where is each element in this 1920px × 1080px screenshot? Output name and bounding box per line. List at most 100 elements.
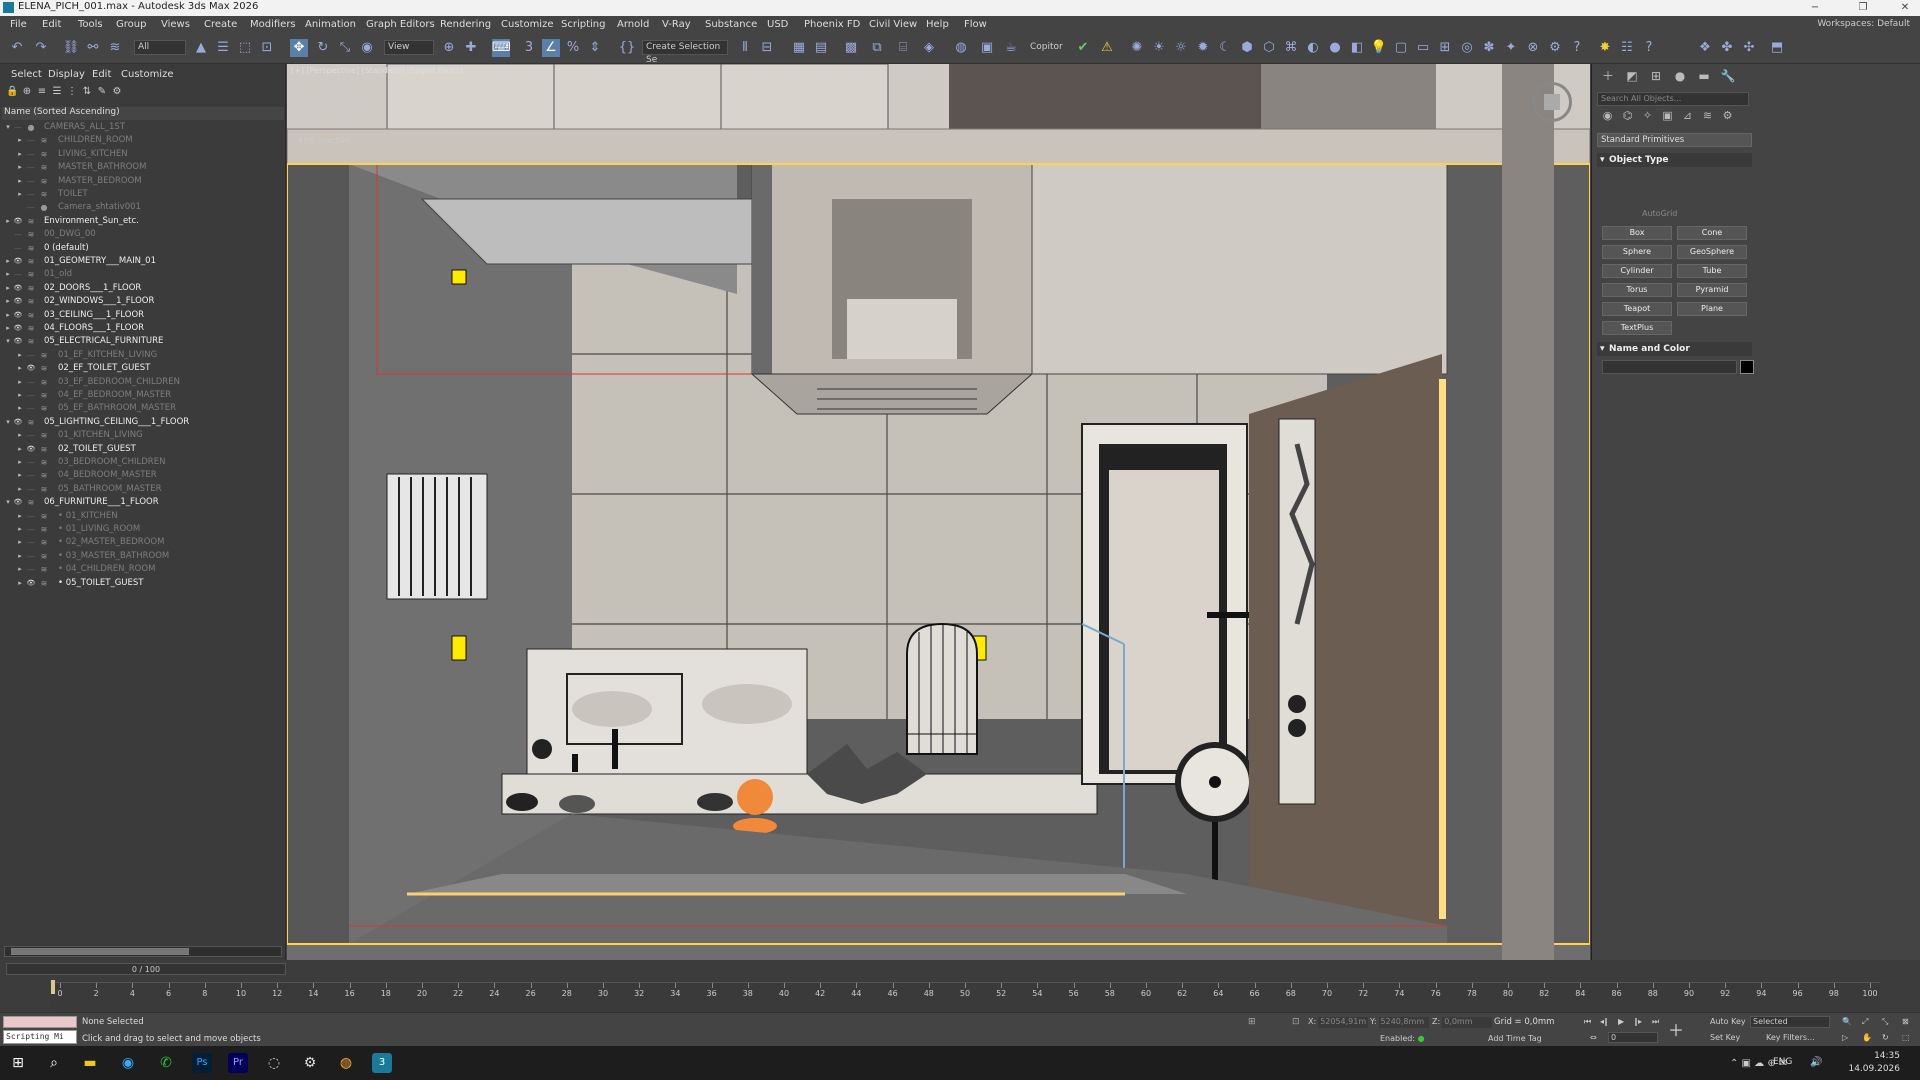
zoom-extents-icon[interactable]: ⤡ <box>1882 1017 1888 1027</box>
visible-eye-icon[interactable]: 👁 <box>26 577 36 590</box>
edit-named-selection-icon[interactable]: {} <box>618 39 636 57</box>
expand-arrow-icon[interactable]: ▸ <box>16 188 24 201</box>
expand-arrow-icon[interactable]: ▸ <box>16 175 24 188</box>
edge-browser-icon[interactable]: ◉ <box>118 1053 138 1073</box>
layer-new-icon[interactable]: ☰ <box>51 86 63 98</box>
maxscript-listener-top[interactable] <box>3 1016 77 1028</box>
undo-icon[interactable]: ↶ <box>8 39 26 57</box>
layer-row[interactable]: ▸ 👁 ≋ 02_EF_TOILET_GUEST <box>0 362 284 375</box>
window-crossing-icon[interactable]: ⊡ <box>258 39 276 57</box>
menu-customize[interactable]: Customize <box>501 19 554 30</box>
select-rotate-icon[interactable]: ↻ <box>314 39 332 57</box>
expand-arrow-icon[interactable]: ▸ <box>16 429 24 442</box>
3dsmax-app-icon[interactable] <box>3 2 14 13</box>
vray-scan-icon[interactable]: ⊗ <box>1524 39 1542 57</box>
layer-row[interactable]: ▸ — ≋ MASTER_BEDROOM <box>0 175 284 188</box>
layer-row[interactable]: ▾ — ● CAMERAS_ALL_1ST <box>0 121 284 134</box>
vray-grid-icon[interactable]: ⊞ <box>1436 39 1454 57</box>
expand-arrow-icon[interactable]: ▸ <box>4 322 12 335</box>
select-place-icon[interactable]: ◉ <box>358 39 376 57</box>
set-key-button[interactable]: Set Key <box>1710 1033 1740 1042</box>
menu-rendering[interactable]: Rendering <box>440 19 491 30</box>
material-editor-icon[interactable]: ◈ <box>920 39 938 57</box>
vray-pin-icon[interactable]: ✦ <box>1502 39 1520 57</box>
vray-sun-icon[interactable]: ☀ <box>1150 39 1168 57</box>
pivot-center-icon[interactable]: ⊕ <box>440 39 458 57</box>
hidden-eye-icon[interactable]: — <box>26 483 36 496</box>
hidden-eye-icon[interactable]: — <box>26 201 36 214</box>
collapse-arrow-icon[interactable]: ▾ <box>4 416 12 429</box>
pan-icon[interactable]: ✋ <box>1862 1033 1872 1042</box>
mirror-icon[interactable]: ⫴ <box>736 39 754 57</box>
hidden-eye-icon[interactable]: — <box>13 121 23 134</box>
reference-coordinate-dropdown[interactable]: View <box>384 40 434 55</box>
forest-pack-icon[interactable]: ❖ <box>1696 39 1714 57</box>
go-to-start-icon[interactable]: ⏮ <box>1584 1017 1591 1027</box>
layer-row[interactable]: ▸ 👁 ≋ • 05_TOILET_GUEST <box>0 577 284 590</box>
layer-row[interactable]: ▸ — ≋ 05_EF_BATHROOM_MASTER <box>0 402 284 415</box>
menu-group[interactable]: Group <box>116 19 146 30</box>
orbit-icon[interactable]: ↻ <box>1882 1033 1889 1042</box>
visible-eye-icon[interactable]: 👁 <box>26 362 36 375</box>
select-manipulate-icon[interactable]: ✚ <box>462 39 480 57</box>
bind-spacewarp-icon[interactable]: ≋ <box>106 39 124 57</box>
angle-snap-icon[interactable]: ∠ <box>542 39 560 57</box>
expand-arrow-icon[interactable]: ▸ <box>16 523 24 536</box>
hidden-eye-icon[interactable]: — <box>26 563 36 576</box>
menu-modifiers[interactable]: Modifiers <box>250 19 296 30</box>
vray-plane-icon[interactable]: ▭ <box>1414 39 1432 57</box>
language-indicator[interactable]: ENG <box>1773 1057 1792 1067</box>
geometry-icon[interactable]: ◉ <box>1600 109 1615 124</box>
layer-row[interactable]: ▾ 👁 ≋ 05_ELECTRICAL_FURNITURE <box>0 335 284 348</box>
layer-row[interactable]: ▾ 👁 ≋ 06_FURNITURE___1_FLOOR <box>0 496 284 509</box>
visible-eye-icon[interactable]: 👁 <box>13 295 23 308</box>
expand-arrow-icon[interactable]: ▸ <box>16 443 24 456</box>
hidden-eye-icon[interactable]: — <box>13 268 23 281</box>
hidden-eye-icon[interactable]: — <box>26 510 36 523</box>
collapse-arrow-icon[interactable]: ▾ <box>4 496 12 509</box>
railclone-icon[interactable]: ✤ <box>1718 39 1736 57</box>
menu-flow[interactable]: Flow <box>964 19 987 30</box>
layer-row[interactable]: — ≋ 0 (default) <box>0 242 284 255</box>
keyboard-shortcut-icon[interactable]: ⌨ <box>492 39 511 57</box>
visible-eye-icon[interactable]: 👁 <box>13 335 23 348</box>
expand-arrow-icon[interactable]: ▸ <box>4 282 12 295</box>
vray-decal-icon[interactable]: ✽ <box>1480 39 1498 57</box>
absolute-mode-icon[interactable]: ⊡ <box>1292 1017 1300 1027</box>
scatter-icon[interactable]: ✣ <box>1740 39 1758 57</box>
expand-arrow-icon[interactable]: ▸ <box>4 309 12 322</box>
zoom-extents-all-icon[interactable]: ⊠ <box>1902 1017 1909 1026</box>
expand-arrow-icon[interactable]: ▸ <box>16 536 24 549</box>
vray-fur-icon[interactable]: ⌘ <box>1282 39 1300 57</box>
select-object-icon[interactable]: ▲ <box>192 39 210 57</box>
layer-row[interactable]: ▸ — ≋ MASTER_BATHROOM <box>0 161 284 174</box>
lights-icon[interactable]: ✧ <box>1640 109 1655 124</box>
layer-row[interactable]: ▸ — ≋ • 01_KITCHEN <box>0 510 284 523</box>
time-slider[interactable]: 0 / 100 <box>6 963 286 975</box>
layer-row[interactable]: ▸ — ≋ LIVING_KITCHEN <box>0 148 284 161</box>
render-setup-icon[interactable]: ◍ <box>952 39 970 57</box>
redo-icon[interactable]: ↷ <box>32 39 50 57</box>
settings-gear-icon[interactable]: ⚙ <box>300 1053 320 1073</box>
coord-z-value[interactable]: 0,0mm <box>1442 1017 1493 1028</box>
percent-snap-icon[interactable]: % <box>564 39 582 57</box>
copitor-label[interactable]: Copitor <box>1030 42 1063 52</box>
clock[interactable]: 14:35 14.09.2026 <box>1848 1050 1900 1076</box>
menu-civil-view[interactable]: Civil View <box>869 19 917 30</box>
menu-file[interactable]: File <box>10 19 27 30</box>
layer-row[interactable]: ▸ 👁 ≋ 02_WINDOWS___1_FLOOR <box>0 295 284 308</box>
sort-header[interactable]: Name (Sorted Ascending) <box>2 107 284 120</box>
zoom-all-icon[interactable]: ⤢ <box>1862 1017 1868 1027</box>
expand-arrow-icon[interactable]: ▸ <box>16 550 24 563</box>
helpers-icon[interactable]: ⊿ <box>1680 109 1695 124</box>
vray-dome-icon[interactable]: ✹ <box>1194 39 1212 57</box>
layer-stack-icon[interactable]: ≡ <box>36 86 48 98</box>
hidden-eye-icon[interactable]: — <box>26 456 36 469</box>
visible-eye-icon[interactable]: 👁 <box>13 255 23 268</box>
coord-x-value[interactable]: 52054,91m <box>1318 1017 1369 1028</box>
layer-row[interactable]: ▸ — ≋ CHILDREN_ROOM <box>0 134 284 147</box>
vray-help-icon[interactable]: ? <box>1568 39 1586 57</box>
hidden-eye-icon[interactable]: — <box>26 376 36 389</box>
menu-phoenix-fd[interactable]: Phoenix FD <box>804 19 860 30</box>
menu-vray[interactable]: V-Ray <box>662 19 691 30</box>
